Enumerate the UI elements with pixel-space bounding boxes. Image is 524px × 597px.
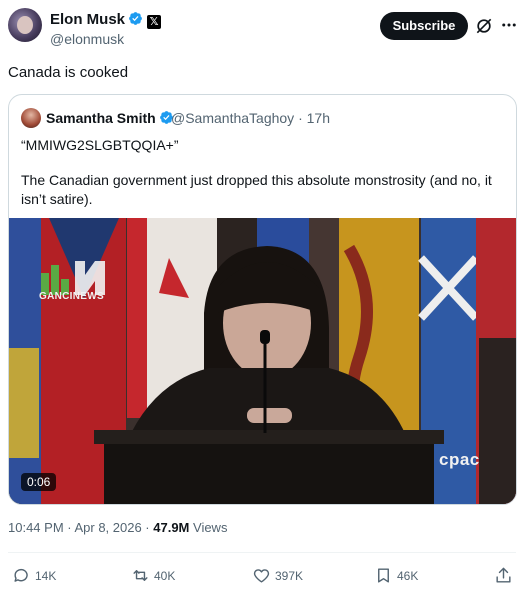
share-button[interactable] xyxy=(494,566,517,585)
grok-icon[interactable] xyxy=(474,16,494,36)
heart-icon xyxy=(253,569,270,583)
verified-badge-icon xyxy=(129,12,142,25)
tweet-timestamp[interactable]: 10:44 PM · Apr 8, 2026 · xyxy=(8,520,153,535)
bookmark-button[interactable]: 46K xyxy=(374,566,418,585)
quoted-tweet[interactable]: Samantha Smith @SamanthaTaghoy · 17h “MM… xyxy=(8,94,517,505)
author-handle[interactable]: @elonmusk xyxy=(50,31,124,47)
x-logo-icon: 𝕏 xyxy=(147,15,162,29)
views-count: 47.9M xyxy=(153,520,190,535)
quote-author-handle[interactable]: @SamanthaTaghoy · 17h xyxy=(171,110,330,126)
share-icon xyxy=(496,567,511,583)
views-label: Views xyxy=(189,520,228,535)
quote-author-name[interactable]: Samantha Smith xyxy=(46,110,156,126)
video-duration: 0:06 xyxy=(21,473,57,491)
repost-button[interactable]: 40K xyxy=(131,566,175,585)
author-name[interactable]: Elon Musk xyxy=(50,11,125,28)
like-count: 397K xyxy=(275,568,304,583)
quote-author-avatar[interactable] xyxy=(21,108,41,128)
divider xyxy=(8,552,516,553)
author-name-row[interactable]: Elon Musk 𝕏 xyxy=(50,11,162,29)
bookmark-icon xyxy=(378,568,389,583)
quote-text-line2: The Canadian government just dropped thi… xyxy=(21,172,492,207)
reply-count: 14K xyxy=(35,568,57,583)
more-icon[interactable] xyxy=(500,16,518,34)
reply-button[interactable]: 14K xyxy=(12,566,56,585)
tweet-text: Canada is cooked xyxy=(8,64,129,81)
subscribe-button[interactable]: Subscribe xyxy=(380,12,468,40)
tweet-meta: 10:44 PM · Apr 8, 2026 · 47.9M Views xyxy=(8,520,227,535)
video-player[interactable]: GANCINEWS cpac 0:06 xyxy=(9,218,516,504)
repost-count: 40K xyxy=(154,568,176,583)
news-logo-text: GANCINEWS xyxy=(39,291,104,302)
author-avatar[interactable] xyxy=(8,8,42,42)
repost-icon xyxy=(133,570,148,581)
reply-icon xyxy=(14,568,28,582)
quote-text-line1: “MMIWG2SLGBTQQIA+” xyxy=(21,137,179,153)
video-watermark: cpac xyxy=(439,450,480,469)
quote-author-name-row[interactable]: Samantha Smith xyxy=(46,110,174,126)
bookmark-count: 46K xyxy=(397,568,419,583)
like-button[interactable]: 397K xyxy=(252,566,303,585)
